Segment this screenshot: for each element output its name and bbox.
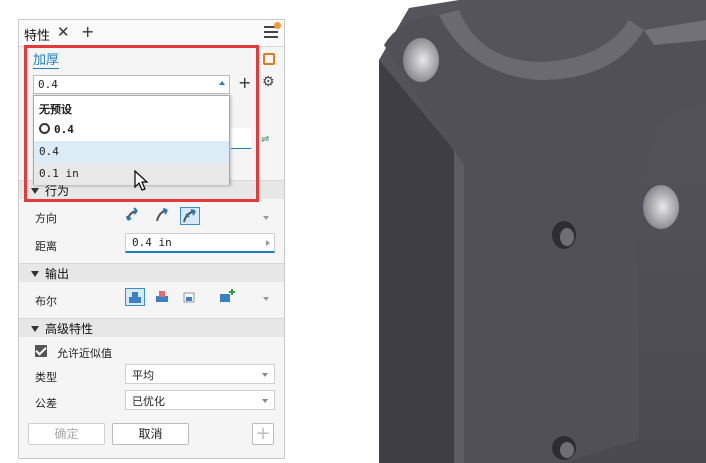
preset-combobox-value: 0.4: [38, 78, 58, 91]
distance-input[interactable]: 0.4 in: [125, 233, 275, 253]
dropdown-item-hovered[interactable]: 0.1 in: [34, 163, 229, 185]
cut-icon: [156, 291, 168, 302]
chevron-down-icon: [262, 373, 268, 377]
advanced-section-header[interactable]: 高级特性: [31, 320, 93, 337]
distance-value: 0.4 in: [132, 236, 172, 249]
3d-model-viewport[interactable]: [379, 0, 706, 463]
preset-combobox[interactable]: 0.4: [33, 75, 230, 94]
boolean-cut-button[interactable]: [153, 288, 173, 306]
chevron-down-icon: [262, 399, 268, 403]
output-section-header[interactable]: 输出: [31, 265, 69, 282]
collapse-triangle-icon: [31, 271, 39, 277]
thread-highlight: [560, 442, 574, 458]
output-menu-caret-icon[interactable]: [263, 297, 269, 301]
properties-panel: 特性 ✕ + 加厚 0.4 + ⚙ 无预设 0.4 0.4 0.1 in ⇌ 行…: [18, 19, 285, 459]
direction-symmetric-icon: [183, 209, 196, 223]
allow-approx-checkbox[interactable]: [35, 345, 47, 357]
direction-arrow-right-icon: [156, 208, 168, 222]
direction-arrow-left-icon: [126, 207, 138, 221]
filter-icon[interactable]: ⇌: [261, 134, 269, 145]
panel-tab-bar: 特性 ✕ +: [19, 20, 284, 47]
add-preset-button[interactable]: +: [238, 73, 251, 92]
tab-properties[interactable]: 特性: [24, 25, 50, 44]
direction-both-button[interactable]: [153, 207, 173, 225]
dropdown-item-recent[interactable]: 0.4: [34, 119, 229, 141]
feature-orange-icon[interactable]: [263, 53, 275, 65]
gear-icon[interactable]: ⚙: [262, 74, 275, 90]
cancel-button[interactable]: 取消: [112, 423, 189, 445]
distance-expand-icon[interactable]: [266, 240, 270, 246]
tolerance-select[interactable]: 已优化: [125, 390, 275, 410]
combo-up-arrow-icon: [219, 81, 225, 85]
notification-dot: [274, 22, 281, 29]
direction-menu-caret-icon[interactable]: [263, 216, 269, 220]
distance-label: 距离: [35, 240, 57, 253]
clock-icon: [39, 123, 50, 134]
collapse-triangle-icon: [31, 188, 39, 194]
new-solid-icon: [220, 289, 235, 302]
intersect-icon: [183, 292, 195, 303]
dropdown-item-label: 0.4: [39, 145, 59, 158]
dropdown-item-label: 0.1 in: [39, 167, 79, 180]
tolerance-label: 公差: [35, 397, 57, 410]
join-icon: [129, 292, 141, 303]
boolean-intersect-button[interactable]: [180, 288, 200, 306]
ok-button[interactable]: 确定: [28, 423, 105, 445]
add-tab-icon[interactable]: +: [81, 22, 94, 41]
type-label: 类型: [35, 371, 57, 384]
type-select[interactable]: 平均: [125, 364, 275, 384]
obscured-input-field[interactable]: [231, 128, 251, 149]
section-title: 高级特性: [45, 322, 94, 336]
dropdown-item-label: 0.4: [54, 123, 74, 136]
hole-top-left: [403, 38, 439, 82]
type-select-value: 平均: [132, 369, 154, 382]
direction-flip-button[interactable]: [125, 207, 145, 225]
feature-title-thicken[interactable]: 加厚: [33, 53, 60, 69]
dropdown-item-label: 无预设: [39, 103, 72, 116]
preset-dropdown-list: 无预设 0.4 0.4 0.1 in: [33, 95, 230, 185]
section-title: 行为: [45, 184, 70, 198]
dropdown-item-selected[interactable]: 0.4: [34, 141, 229, 163]
thread-highlight: [560, 228, 574, 246]
section-title: 输出: [45, 267, 70, 281]
tab-close-icon[interactable]: ✕: [57, 23, 70, 41]
new-solid-button[interactable]: [218, 288, 238, 306]
hole-right: [643, 185, 679, 229]
direction-symmetric-button[interactable]: [180, 207, 200, 225]
boolean-join-button[interactable]: [125, 288, 145, 306]
direction-label: 方向: [35, 212, 57, 225]
allow-approx-label: 允许近似值: [57, 347, 112, 360]
collapse-triangle-icon: [31, 326, 39, 332]
apply-plus-button[interactable]: +: [252, 423, 274, 445]
tolerance-select-value: 已优化: [132, 395, 165, 408]
boolean-label: 布尔: [35, 295, 57, 308]
mouse-cursor-icon: [134, 170, 149, 191]
model-step-edge: [454, 150, 464, 463]
dropdown-item-no-preset[interactable]: 无预设: [34, 97, 229, 119]
